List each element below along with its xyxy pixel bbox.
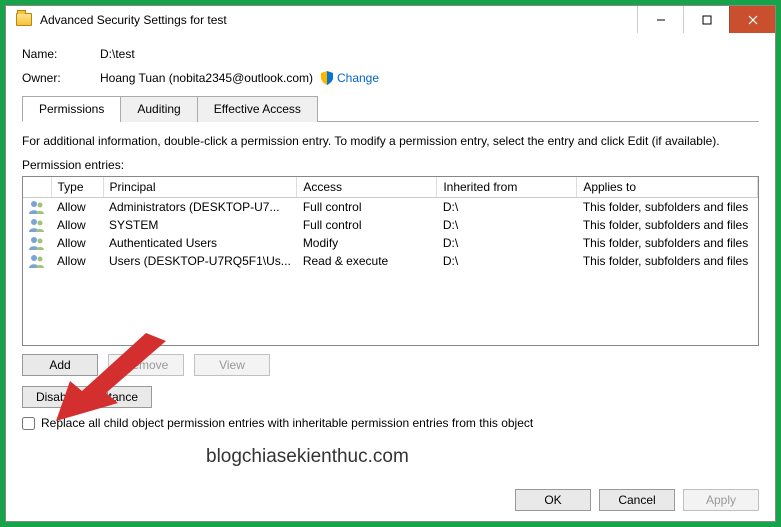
change-owner-link[interactable]: Change (337, 71, 379, 85)
cancel-button[interactable]: Cancel (599, 489, 675, 511)
cell-access: Full control (297, 216, 437, 234)
add-button[interactable]: Add (22, 354, 98, 376)
apply-button[interactable]: Apply (683, 489, 759, 511)
tabs: Permissions Auditing Effective Access (22, 95, 759, 122)
shield-icon (321, 71, 333, 85)
entries-label: Permission entries: (22, 158, 759, 172)
hint-text: For additional information, double-click… (22, 134, 759, 148)
cell-applies: This folder, subfolders and files (577, 252, 758, 270)
col-applies[interactable]: Applies to (577, 177, 758, 198)
window-title: Advanced Security Settings for test (40, 13, 637, 27)
people-icon (29, 254, 45, 268)
ok-button[interactable]: OK (515, 489, 591, 511)
col-access[interactable]: Access (297, 177, 437, 198)
cell-principal: Users (DESKTOP-U7RQ5F1\Us... (103, 252, 297, 270)
name-value: D:\test (100, 47, 135, 61)
table-row[interactable]: AllowSYSTEMFull controlD:\This folder, s… (23, 216, 758, 234)
permission-table[interactable]: Type Principal Access Inherited from App… (22, 176, 759, 346)
watermark-text: blogchiasekienthuc.com (206, 446, 409, 468)
cell-inherited: D:\ (437, 216, 577, 234)
tab-effective-access[interactable]: Effective Access (197, 96, 318, 122)
titlebar: Advanced Security Settings for test (5, 5, 776, 33)
cell-access: Full control (297, 198, 437, 217)
cell-access: Read & execute (297, 252, 437, 270)
people-icon (29, 236, 45, 250)
people-icon (29, 200, 45, 214)
cell-access: Modify (297, 234, 437, 252)
tab-permissions[interactable]: Permissions (22, 96, 121, 122)
col-type[interactable]: Type (51, 177, 103, 198)
minimize-button[interactable] (637, 6, 683, 33)
cell-principal: Authenticated Users (103, 234, 297, 252)
col-inherited[interactable]: Inherited from (437, 177, 577, 198)
col-icon[interactable] (23, 177, 51, 198)
close-button[interactable] (729, 6, 775, 33)
col-principal[interactable]: Principal (103, 177, 297, 198)
cell-type: Allow (51, 252, 103, 270)
cell-principal: Administrators (DESKTOP-U7... (103, 198, 297, 217)
table-row[interactable]: AllowAuthenticated UsersModifyD:\This fo… (23, 234, 758, 252)
cell-applies: This folder, subfolders and files (577, 216, 758, 234)
owner-label: Owner: (22, 71, 100, 85)
view-button[interactable]: View (194, 354, 270, 376)
cell-type: Allow (51, 198, 103, 217)
replace-child-label: Replace all child object permission entr… (41, 416, 533, 430)
cell-inherited: D:\ (437, 198, 577, 217)
table-row[interactable]: AllowAdministrators (DESKTOP-U7...Full c… (23, 198, 758, 217)
table-row[interactable]: AllowUsers (DESKTOP-U7RQ5F1\Us...Read & … (23, 252, 758, 270)
cell-inherited: D:\ (437, 234, 577, 252)
cell-type: Allow (51, 216, 103, 234)
maximize-button[interactable] (683, 6, 729, 33)
cell-principal: SYSTEM (103, 216, 297, 234)
cell-applies: This folder, subfolders and files (577, 198, 758, 217)
remove-button[interactable]: Remove (108, 354, 184, 376)
cell-inherited: D:\ (437, 252, 577, 270)
people-icon (29, 218, 45, 232)
disable-inheritance-button[interactable]: Disable inheritance (22, 386, 152, 408)
tab-auditing[interactable]: Auditing (120, 96, 197, 122)
name-label: Name: (22, 47, 100, 61)
replace-child-checkbox[interactable] (22, 417, 35, 430)
cell-type: Allow (51, 234, 103, 252)
cell-applies: This folder, subfolders and files (577, 234, 758, 252)
owner-value: Hoang Tuan (nobita2345@outlook.com) (100, 71, 313, 85)
folder-icon (16, 13, 32, 26)
